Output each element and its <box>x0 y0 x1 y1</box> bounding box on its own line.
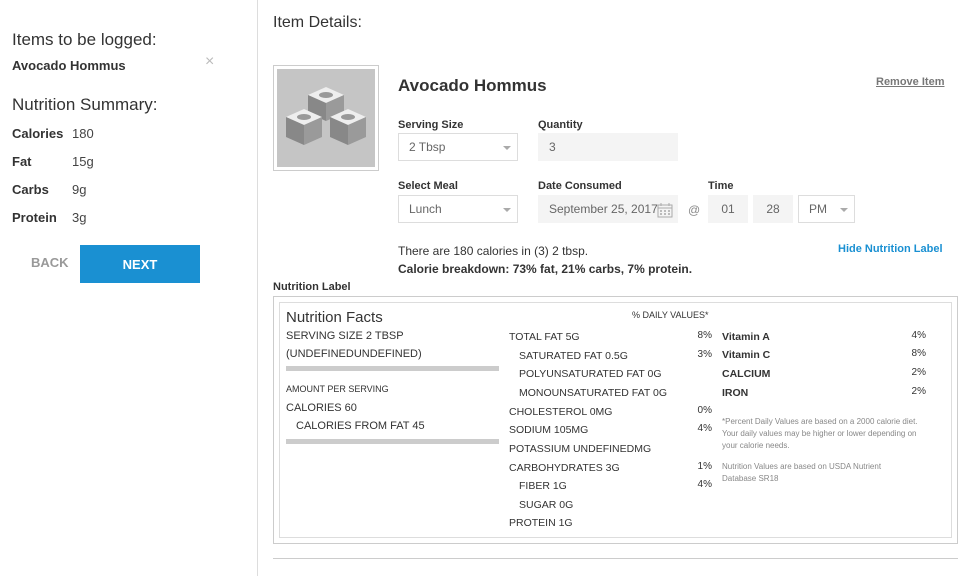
calorie-breakdown-text: Calorie breakdown: 73% fat, 21% carbs, 7… <box>398 262 693 276</box>
nutrition-facts-title: Nutrition Facts <box>286 309 383 326</box>
hour-input[interactable]: 01 <box>708 195 748 223</box>
vitamin-pct: 4% <box>911 330 926 341</box>
summary-value: 9g <box>72 182 87 197</box>
nutrient-label: TOTAL FAT 5G <box>509 331 580 343</box>
summary-label: Fat <box>12 154 32 169</box>
divider-bar <box>286 439 499 444</box>
quantity-label: Quantity <box>538 119 583 131</box>
minute-input[interactable]: 28 <box>753 195 793 223</box>
vitamin-label: Vitamin C <box>722 349 771 361</box>
mineral-label: IRON <box>722 387 749 399</box>
date-input[interactable]: September 25, 2017 <box>538 195 678 223</box>
vitamin-label: Vitamin A <box>722 331 770 343</box>
calendar-icon[interactable] <box>657 202 673 218</box>
nutrient-pct: 0% <box>697 405 712 416</box>
nutrient-label: MONOUNSATURATED FAT 0G <box>519 387 667 399</box>
nutrient-label: SATURATED FAT 0.5G <box>519 350 628 362</box>
nutrition-label-inner: Nutrition Facts SERVING SIZE 2 TBSP (UND… <box>279 302 952 538</box>
food-placeholder-icon <box>286 87 366 145</box>
summary-value: 180 <box>72 126 94 141</box>
serving-size-select[interactable]: 2 Tbsp <box>398 133 518 161</box>
calorie-info-text: There are 180 calories in (3) 2 tbsp. <box>398 244 589 258</box>
nutrient-label: CHOLESTEROL 0MG <box>509 406 613 418</box>
bottom-divider <box>273 558 958 559</box>
summary-value: 15g <box>72 154 94 169</box>
amount-per-serving: AMOUNT PER SERVING <box>286 384 389 394</box>
mineral-pct: 2% <box>911 367 926 378</box>
summary-row-fat: Fat 15g <box>12 154 94 169</box>
minute-value: 28 <box>766 202 780 216</box>
hour-value: 01 <box>721 202 735 216</box>
nutrient-pct: 4% <box>697 479 712 490</box>
serving-size-value: 2 Tbsp <box>409 140 446 154</box>
select-meal-label: Select Meal <box>398 180 458 192</box>
remove-item-link[interactable]: Remove Item <box>876 76 944 88</box>
logged-item-name: Avocado Hommus <box>12 58 126 73</box>
nutrient-pct: 3% <box>697 349 712 360</box>
at-symbol: @ <box>688 203 701 217</box>
summary-row-carbs: Carbs 9g <box>12 182 86 197</box>
calories-from-fat-text: CALORIES FROM FAT 45 <box>296 420 425 432</box>
next-button[interactable]: NEXT <box>80 245 200 283</box>
quantity-input[interactable]: 3 <box>538 133 678 161</box>
summary-label: Calories <box>12 126 64 141</box>
meal-value: Lunch <box>409 202 442 216</box>
mineral-label: CALCIUM <box>722 368 771 380</box>
nutrition-label-box: Nutrition Facts SERVING SIZE 2 TBSP (UND… <box>273 296 958 544</box>
nutrient-label: SUGAR 0G <box>519 499 574 511</box>
nutrient-label: POTASSIUM UNDEFINEDMG <box>509 443 652 455</box>
nutrient-pct: 1% <box>697 461 712 472</box>
hide-nutrition-label-link[interactable]: Hide Nutrition Label <box>838 243 943 255</box>
quantity-value: 3 <box>549 140 556 154</box>
food-name: Avocado Hommus <box>398 76 547 95</box>
back-button[interactable]: BACK <box>31 255 69 270</box>
serving-sub-text: (UNDEFINEDUNDEFINED) <box>286 348 422 360</box>
left-panel: Items to be logged: Avocado Hommus × Nut… <box>0 0 258 576</box>
food-thumbnail <box>273 65 379 171</box>
divider-bar <box>286 366 499 371</box>
summary-value: 3g <box>72 210 87 225</box>
meal-select[interactable]: Lunch <box>398 195 518 223</box>
date-consumed-label: Date Consumed <box>538 180 622 192</box>
items-to-log-heading: Items to be logged: <box>12 30 157 49</box>
calories-text: CALORIES 60 <box>286 402 357 414</box>
chevron-down-icon <box>503 146 511 150</box>
item-details-panel: Item Details: Avocado Hommus Remove Item… <box>259 0 972 576</box>
nutrient-label: SODIUM 105MG <box>509 424 589 436</box>
ampm-select[interactable]: PM <box>798 195 855 223</box>
nutrient-label: CARBOHYDRATES 3G <box>509 462 620 474</box>
summary-label: Protein <box>12 210 57 225</box>
remove-logged-item-icon[interactable]: × <box>205 53 214 71</box>
summary-row-calories: Calories 180 <box>12 126 94 141</box>
nutrient-label: FIBER 1G <box>519 480 567 492</box>
vitamin-pct: 8% <box>911 348 926 359</box>
summary-row-protein: Protein 3g <box>12 210 86 225</box>
daily-values-footnote: *Percent Daily Values are based on a 200… <box>722 417 918 450</box>
ampm-value: PM <box>809 202 827 216</box>
chevron-down-icon <box>503 208 511 212</box>
serving-size-label: Serving Size <box>398 119 464 131</box>
mineral-pct: 2% <box>911 386 926 397</box>
time-label: Time <box>708 180 734 192</box>
chevron-down-icon <box>840 208 848 212</box>
nutrient-label: PROTEIN 1G <box>509 517 573 529</box>
nutrient-label: POLYUNSATURATED FAT 0G <box>519 368 662 380</box>
nutrient-pct: 4% <box>697 423 712 434</box>
nutrition-label-title: Nutrition Label <box>273 281 351 293</box>
item-details-title: Item Details: <box>273 14 362 31</box>
data-source-note: Nutrition Values are based on USDA Nutri… <box>722 462 882 483</box>
summary-label: Carbs <box>12 182 49 197</box>
nutrient-pct: 8% <box>697 330 712 341</box>
date-value: September 25, 2017 <box>549 202 658 216</box>
serving-size-text: SERVING SIZE 2 TBSP <box>286 330 404 342</box>
nutrition-summary-heading: Nutrition Summary: <box>12 95 158 114</box>
daily-values-header: % DAILY VALUES* <box>632 310 709 320</box>
